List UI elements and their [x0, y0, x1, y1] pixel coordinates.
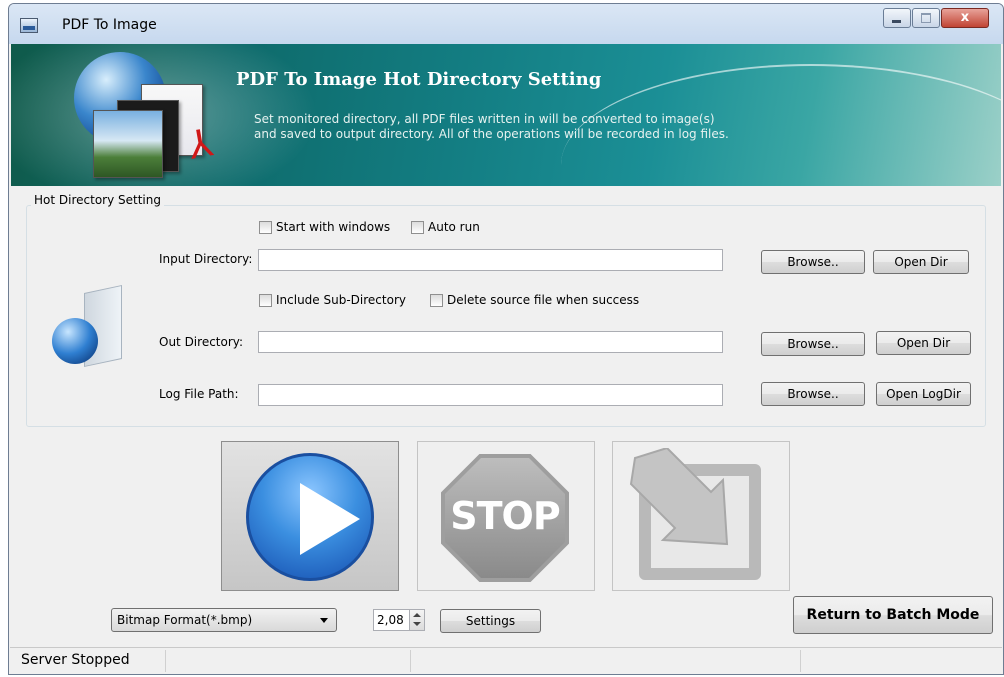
status-separator: [410, 650, 411, 672]
checkbox-box[interactable]: [259, 220, 272, 234]
play-triangle: [300, 483, 360, 555]
value-spinner[interactable]: 2,08: [373, 609, 425, 631]
checkbox-label: Delete source file when success: [447, 293, 640, 307]
format-selected-value: Bitmap Format(*.bmp): [117, 613, 253, 627]
checkbox-label: Auto run: [428, 220, 480, 234]
status-separator: [165, 650, 166, 672]
image-document-icon: [93, 110, 163, 178]
checkbox-box[interactable]: [259, 293, 272, 307]
window-title: PDF To Image: [62, 17, 157, 33]
stop-label: STOP: [450, 494, 560, 538]
start-button[interactable]: [221, 441, 399, 591]
auto-run-checkbox[interactable]: Auto run: [411, 219, 480, 235]
format-select[interactable]: Bitmap Format(*.bmp): [111, 608, 337, 632]
banner-description-line: and saved to output directory. All of th…: [254, 127, 729, 141]
spinner-arrows[interactable]: [409, 610, 424, 630]
start-with-windows-checkbox[interactable]: Start with windows: [259, 219, 390, 235]
settings-button[interactable]: Settings: [440, 609, 541, 633]
group-label: Hot Directory Setting: [31, 193, 164, 207]
close-button[interactable]: x: [941, 8, 989, 28]
banner-description-line: Set monitored directory, all PDF files w…: [254, 112, 715, 126]
browse-input-button[interactable]: Browse..: [761, 250, 865, 274]
browse-output-button[interactable]: Browse..: [761, 332, 865, 356]
banner-description: Set monitored directory, all PDF files w…: [254, 112, 874, 142]
chevron-down-icon[interactable]: [320, 618, 328, 623]
log-file-path-label: Log File Path:: [159, 387, 239, 401]
input-directory-label: Input Directory:: [159, 252, 253, 266]
minimize-button[interactable]: [883, 8, 911, 28]
banner-title: PDF To Image Hot Directory Setting: [236, 69, 602, 90]
return-to-batch-button[interactable]: Return to Batch Mode: [793, 596, 993, 634]
status-text: Server Stopped: [21, 652, 130, 668]
header-banner: ⅄ PDF To Image Hot Directory Setting Set…: [11, 44, 1001, 186]
status-bar: Server Stopped: [10, 647, 1002, 674]
open-input-dir-button[interactable]: Open Dir: [873, 250, 969, 274]
play-icon: [246, 453, 374, 581]
maximize-button[interactable]: [912, 8, 940, 28]
return-arrow-icon: [629, 448, 729, 546]
browse-log-button[interactable]: Browse..: [761, 382, 865, 406]
out-directory-field[interactable]: [258, 331, 723, 353]
checkbox-label: Start with windows: [276, 220, 391, 234]
spinner-value: 2,08: [377, 613, 404, 627]
out-directory-label: Out Directory:: [159, 335, 244, 349]
include-subdirectory-checkbox[interactable]: Include Sub-Directory: [259, 292, 406, 308]
title-bar[interactable]: PDF To Image x: [9, 4, 1003, 44]
log-file-path-field[interactable]: [258, 384, 723, 406]
checkbox-label: Include Sub-Directory: [276, 293, 406, 307]
status-separator: [800, 650, 801, 672]
return-arrow-button[interactable]: [612, 441, 790, 591]
app-icon: [20, 18, 38, 33]
delete-source-checkbox[interactable]: Delete source file when success: [430, 292, 639, 308]
open-logdir-button[interactable]: Open LogDir: [876, 382, 971, 406]
globe-icon: [52, 318, 98, 364]
checkbox-box[interactable]: [430, 293, 443, 307]
checkbox-box[interactable]: [411, 220, 424, 234]
input-directory-field[interactable]: [258, 249, 723, 271]
open-output-dir-button[interactable]: Open Dir: [876, 331, 971, 355]
stop-button[interactable]: STOP: [417, 441, 595, 591]
